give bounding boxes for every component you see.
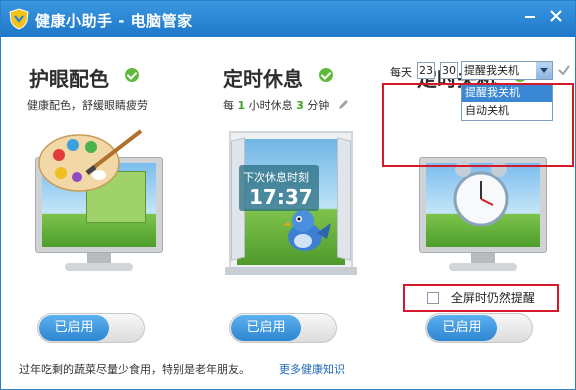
rest-hour-unit: 小时休息 [248, 99, 293, 112]
eye-care-subtitle: 健康配色，舒缓眼睛疲劳 [27, 99, 148, 112]
shutdown-toggle[interactable]: 已启用 [425, 313, 533, 343]
edit-pencil-icon[interactable] [337, 99, 349, 111]
eye-care-panel: 护眼配色 健康配色，舒缓眼睛疲劳 已启用 [1, 37, 193, 347]
window-illustration: 下次休息时刻 17:37 [225, 131, 357, 281]
enabled-check-icon [125, 68, 139, 82]
title-bar[interactable]: 健康小助手 - 电脑管家 [1, 1, 575, 37]
eye-care-toggle[interactable]: 已启用 [37, 313, 145, 343]
enabled-check-icon [319, 68, 333, 82]
rest-minutes-value: 3 [296, 99, 304, 112]
blue-bird-icon [283, 210, 331, 251]
next-rest-time: 17:37 [249, 185, 313, 209]
alarm-clock-icon [453, 161, 509, 227]
minimize-icon[interactable] [521, 7, 539, 25]
shutdown-toggle-label: 已启用 [427, 315, 497, 341]
confirm-check-icon[interactable] [557, 63, 571, 77]
rest-hours-value: 1 [237, 99, 246, 112]
footer: 过年吃剩的蔬菜尽量少食用，特别是老年朋友。 更多健康知识 [1, 347, 575, 389]
app-window: 健康小助手 - 电脑管家 护眼配色 健康配色，舒缓眼睛疲劳 已启用 定时休息 每… [0, 0, 576, 390]
rest-prefix: 每 [223, 99, 234, 112]
more-health-link[interactable]: 更多健康知识 [279, 361, 345, 377]
health-tip-text: 过年吃剩的蔬菜尽量少食用，特别是老年朋友。 [19, 363, 250, 376]
rest-minute-unit: 分钟 [307, 99, 330, 112]
every-day-label: 每天 [390, 66, 412, 79]
eye-care-title: 护眼配色 [29, 67, 109, 91]
palette-brush-icon [38, 129, 143, 192]
rest-timer-subtitle: 每 1 小时休息 3 分钟 [223, 97, 349, 113]
shutdown-action-select[interactable]: 提醒我关机 [461, 61, 553, 80]
close-icon[interactable] [547, 7, 565, 25]
rest-timer-toggle[interactable]: 已启用 [229, 313, 337, 343]
shutdown-hour-input[interactable]: 23 [417, 62, 435, 79]
shutdown-minute-input[interactable]: 30 [440, 62, 458, 79]
rest-timer-title: 定时休息 [223, 67, 303, 91]
eye-care-toggle-label: 已启用 [39, 315, 109, 341]
shield-logo-icon [9, 8, 29, 30]
shutdown-action-selected: 提醒我关机 [464, 64, 519, 77]
highlight-box-fullscreen-option [403, 284, 559, 312]
rest-timer-panel: 定时休息 每 1 小时休息 3 分钟 下次休息时刻 17:37 已启用 [193, 37, 385, 347]
highlight-box-shutdown-settings [382, 83, 574, 167]
next-rest-label: 下次休息时刻 [243, 171, 309, 184]
rest-timer-toggle-label: 已启用 [231, 315, 301, 341]
window-title: 健康小助手 - 电脑管家 [35, 12, 193, 30]
chevron-down-icon[interactable] [536, 62, 552, 79]
